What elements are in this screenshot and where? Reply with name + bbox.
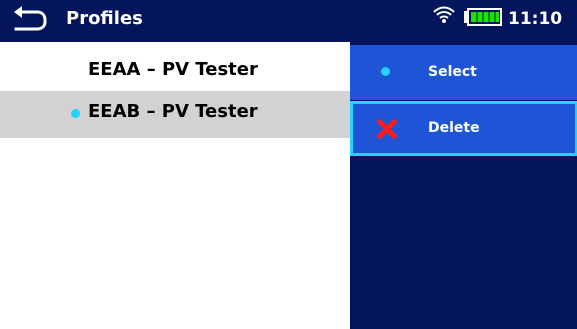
- back-arrow-icon: [14, 6, 47, 31]
- wifi-icon: [432, 5, 456, 25]
- top-status-bar: Profiles 11:10: [0, 0, 577, 42]
- profile-actions-menu: Select Delete: [350, 42, 577, 329]
- back-button[interactable]: [10, 2, 50, 32]
- profile-row-eeaa[interactable]: EEAA – PV Tester: [0, 49, 350, 96]
- battery-icon: [463, 8, 503, 26]
- profile-row-eeab[interactable]: EEAB – PV Tester: [0, 91, 350, 138]
- profiles-screen: Profiles 11:10 EEAA – PV Tester EEAB – P…: [0, 0, 577, 329]
- delete-x-icon: [376, 118, 398, 140]
- select-button[interactable]: Select: [350, 45, 577, 100]
- profile-label: EEAB – PV Tester: [88, 101, 258, 122]
- selection-dot-icon: [381, 67, 390, 76]
- select-label: Select: [428, 64, 477, 80]
- profile-list: EEAA – PV Tester EEAB – PV Tester: [0, 42, 350, 329]
- delete-button[interactable]: Delete: [350, 101, 577, 156]
- profile-label: EEAA – PV Tester: [88, 59, 258, 80]
- clock-time: 11:10: [508, 9, 563, 29]
- selection-dot-icon: [71, 109, 80, 118]
- page-title: Profiles: [66, 8, 143, 29]
- delete-label: Delete: [428, 120, 480, 136]
